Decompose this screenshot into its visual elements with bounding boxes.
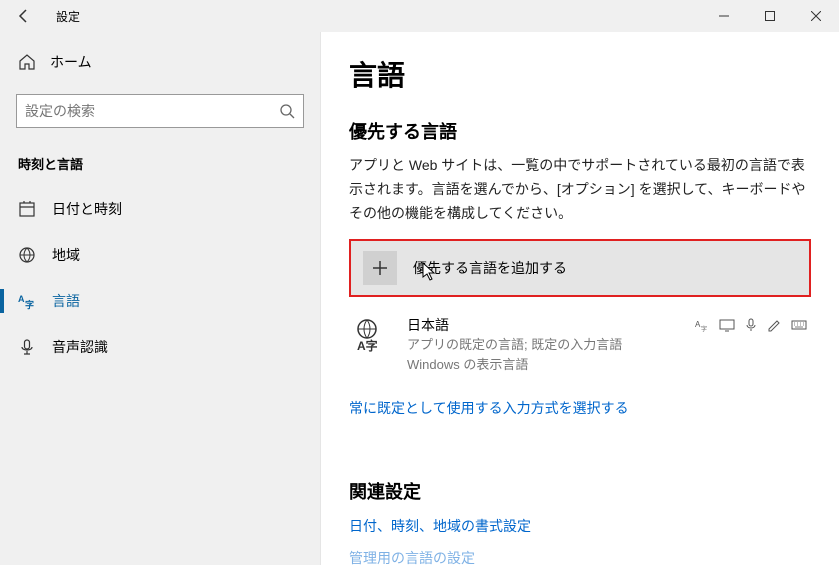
sidebar-item-datetime[interactable]: 日付と時刻: [0, 189, 320, 229]
handwriting-icon: [767, 317, 783, 333]
minimize-icon: [719, 11, 729, 21]
close-icon: [811, 11, 821, 21]
svg-text:A字: A字: [357, 338, 378, 353]
text-to-speech-icon: A字: [695, 317, 711, 333]
language-subtitle: アプリの既定の言語; 既定の入力言語: [407, 335, 679, 355]
maximize-icon: [765, 11, 775, 21]
preferred-languages-heading: 優先する言語: [349, 118, 811, 144]
sidebar-item-speech[interactable]: 音声認識: [0, 327, 320, 367]
related-heading: 関連設定: [349, 478, 811, 504]
related-settings: 関連設定 日付、時刻、地域の書式設定 管理用の言語の設定: [349, 478, 811, 565]
language-glyph-icon: A字: [353, 315, 391, 353]
window-title: 設定: [48, 8, 80, 25]
language-name: 日本語: [407, 315, 679, 335]
minimize-button[interactable]: [701, 0, 747, 32]
globe-icon: [18, 246, 36, 264]
svg-text:字: 字: [701, 325, 707, 333]
main-content: 言語 優先する言語 アプリと Web サイトは、一覧の中でサポートされている最初…: [320, 32, 839, 565]
sidebar-section-header: 時刻と言語: [0, 136, 320, 183]
sidebar-item-label: 音声認識: [52, 337, 108, 357]
arrow-left-icon: [16, 8, 32, 24]
plus-icon: [363, 251, 397, 285]
display-icon: [719, 317, 735, 333]
sidebar: ホーム 時刻と言語 日付と時刻 地域 A字 言語: [0, 32, 320, 565]
search-input[interactable]: [25, 103, 279, 119]
microphone-icon: [18, 338, 36, 356]
back-button[interactable]: [0, 0, 48, 32]
sidebar-item-label: 言語: [52, 291, 80, 311]
sidebar-item-language[interactable]: A字 言語: [0, 281, 320, 321]
home-label: ホーム: [50, 52, 92, 72]
add-language-button[interactable]: 優先する言語を追加する: [349, 239, 811, 297]
home-icon: [18, 53, 36, 71]
keyboard-icon: [791, 317, 807, 333]
language-entry[interactable]: A字 日本語 アプリの既定の言語; 既定の入力言語 Windows の表示言語 …: [349, 309, 811, 380]
sidebar-item-region[interactable]: 地域: [0, 235, 320, 275]
search-icon: [279, 103, 295, 119]
close-button[interactable]: [793, 0, 839, 32]
calendar-icon: [18, 200, 36, 218]
svg-text:A: A: [18, 294, 25, 304]
add-language-label: 優先する言語を追加する: [413, 258, 567, 278]
page-title: 言語: [349, 54, 811, 94]
home-nav[interactable]: ホーム: [0, 42, 320, 82]
related-link-admin-language[interactable]: 管理用の言語の設定: [349, 548, 811, 565]
search-box[interactable]: [16, 94, 304, 128]
maximize-button[interactable]: [747, 0, 793, 32]
preferred-languages-description: アプリと Web サイトは、一覧の中でサポートされている最初の言語で表示されます…: [349, 154, 811, 225]
sidebar-item-label: 日付と時刻: [52, 199, 122, 219]
related-link-datetime-format[interactable]: 日付、時刻、地域の書式設定: [349, 516, 811, 536]
sidebar-item-label: 地域: [52, 245, 80, 265]
titlebar: 設定: [0, 0, 839, 32]
svg-text:字: 字: [25, 299, 34, 310]
language-icon: A字: [18, 292, 36, 310]
speech-icon: [743, 317, 759, 333]
language-badges: A字: [695, 315, 807, 333]
default-input-link[interactable]: 常に既定として使用する入力方式を選択する: [349, 398, 811, 418]
language-subtitle: Windows の表示言語: [407, 355, 679, 375]
